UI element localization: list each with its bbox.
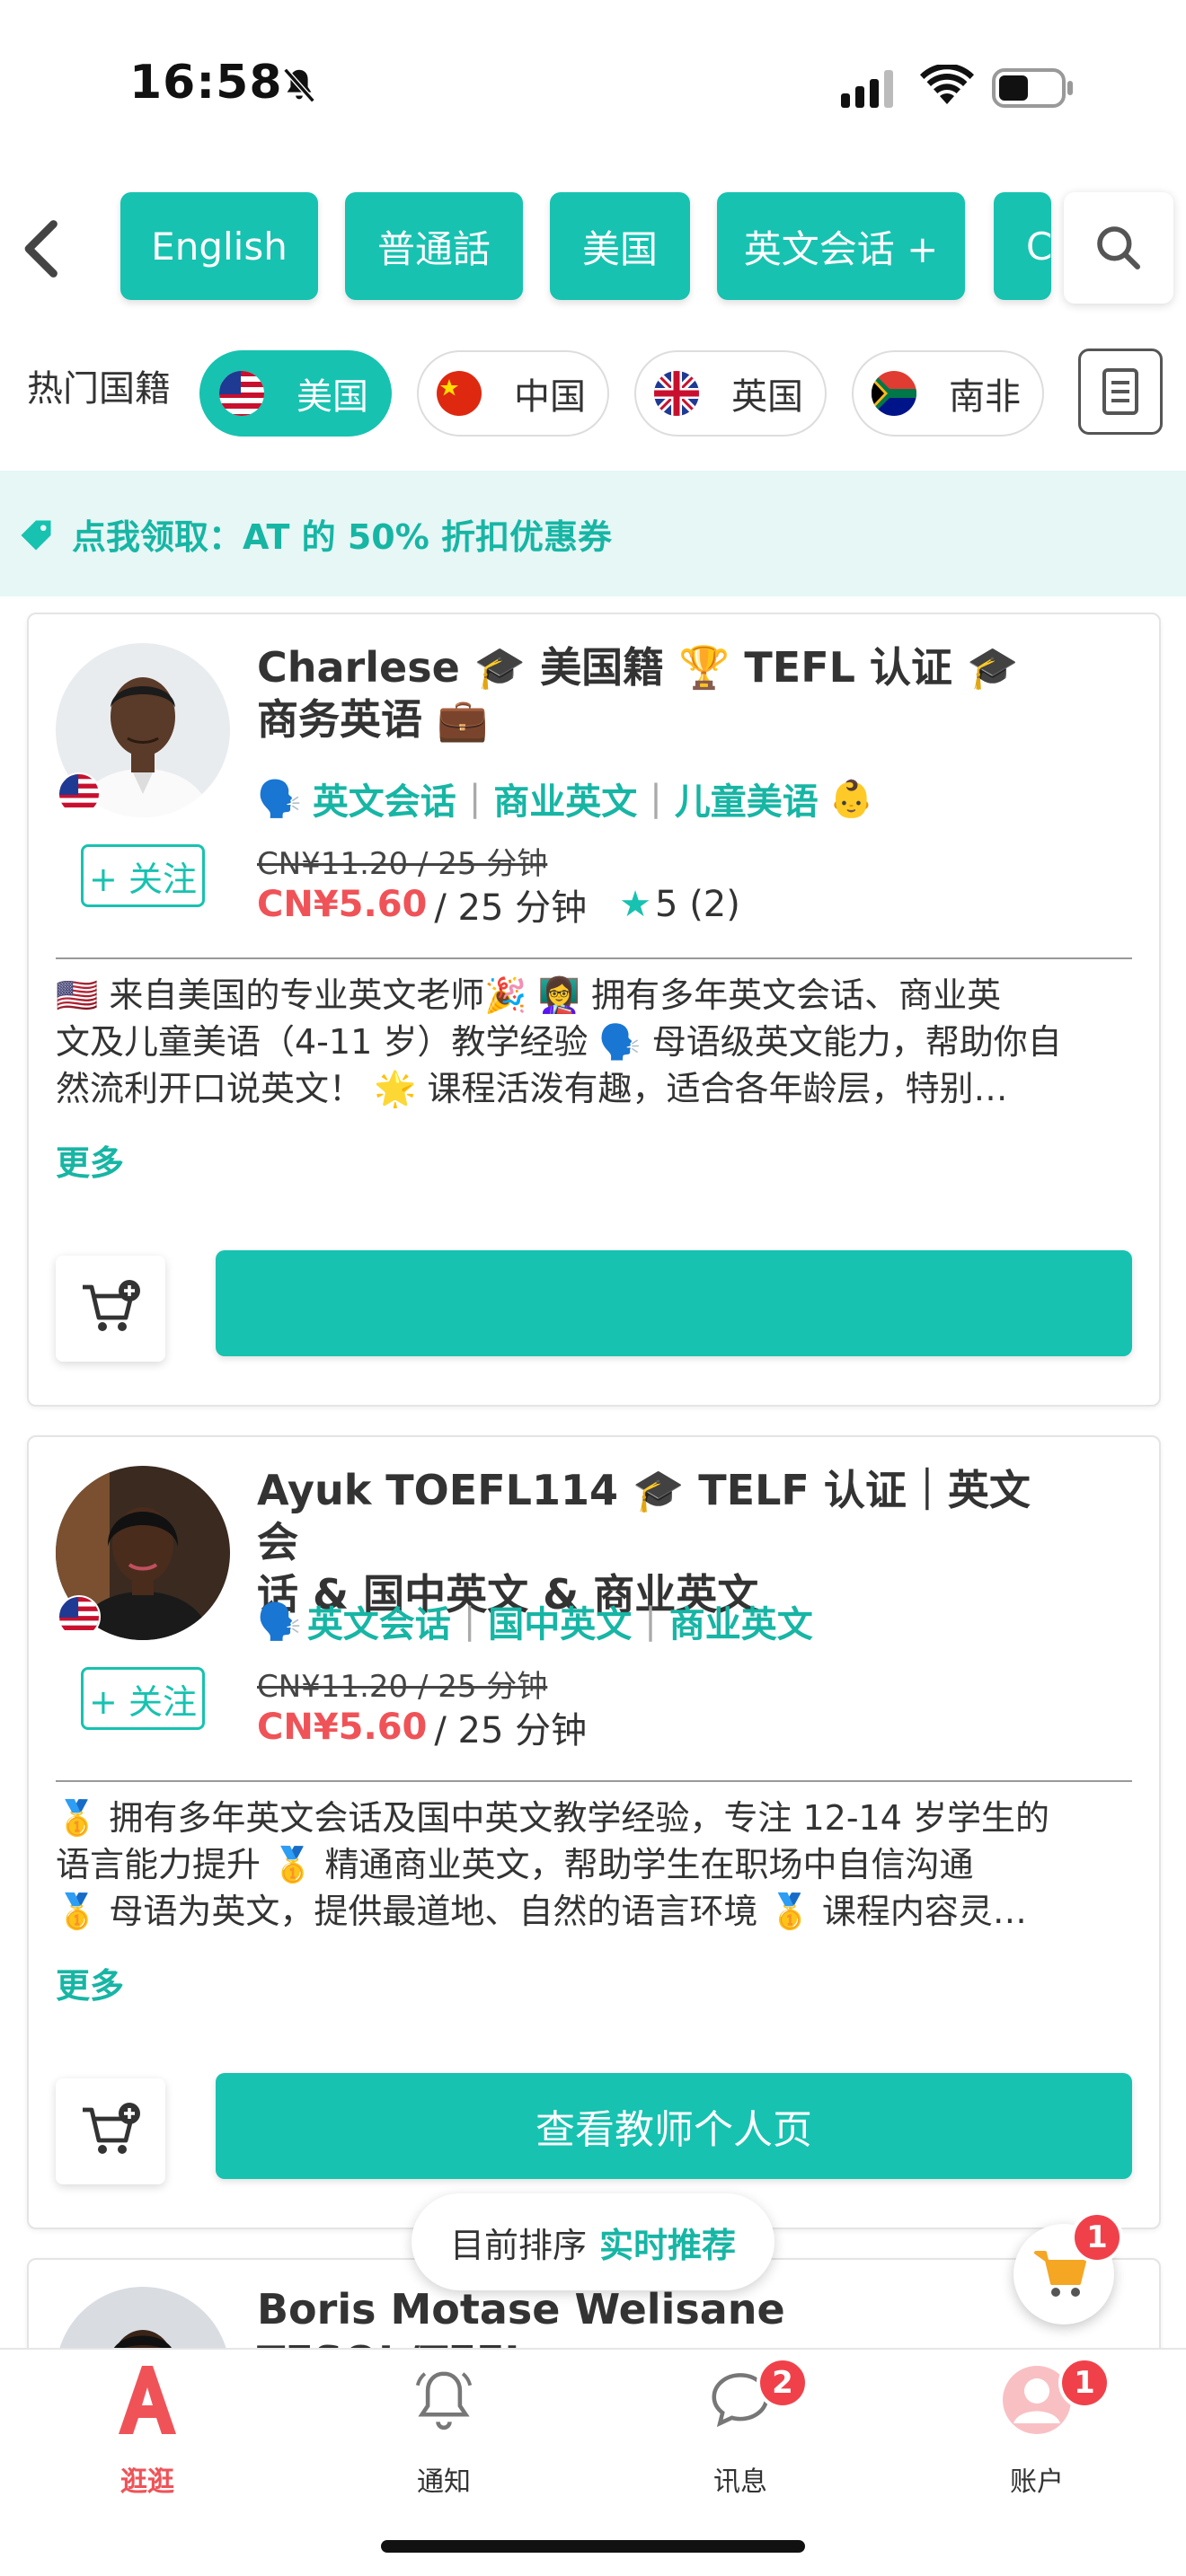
topic-tag: 商业英文 <box>493 781 638 823</box>
search-icon <box>1097 226 1141 270</box>
tag-english[interactable]: English <box>120 192 318 300</box>
nationality-usa-label: 美国 <box>296 376 368 418</box>
back-chevron-icon[interactable] <box>20 217 65 280</box>
add-to-cart-button[interactable] <box>56 1256 165 1362</box>
description-line: 🥇 拥有多年英文会话及国中英文教学经验，专注 12-14 岁学生的 <box>56 1798 1049 1838</box>
nationality-usa[interactable]: 美国 <box>199 350 392 437</box>
bell-icon <box>406 2362 482 2438</box>
tag-english-conversation[interactable]: 英文会话 + <box>717 192 965 300</box>
nationality-china-label: 中国 <box>514 376 586 418</box>
follow-button[interactable]: + 关注 <box>81 844 205 907</box>
status-time: 16:58 <box>129 56 283 110</box>
tag-filter-row: English 普通話 美国 英文会话 + C <box>0 192 1186 304</box>
view-profile-button[interactable] <box>216 1250 1132 1356</box>
nav-messages-label: 讯息 <box>713 2466 767 2498</box>
description-line: 然流利开口说英文！ 🌟 课程活泼有趣，适合各年龄层，特别… <box>56 1069 1008 1108</box>
description-line: 文及儿童美语（4-11 岁）教学经验 🗣️ 母语级英文能力，帮助你自 <box>56 1022 1062 1062</box>
speaking-icon: 🗣️ <box>257 778 302 820</box>
bell-off-icon <box>283 67 315 103</box>
nationality-uk[interactable]: 英国 <box>634 350 827 437</box>
home-a-icon <box>110 2362 185 2438</box>
topic-tag: 英文会话 <box>312 781 456 823</box>
uk-flag-icon <box>654 371 699 416</box>
teacher-name-line1: Ayuk TOEFL114 🎓 TELF 认证｜英文会 <box>257 1466 1031 1566</box>
teacher-card: + 关注 Ayuk TOEFL114 🎓 TELF 认证｜英文会 话 & 国中英… <box>27 1435 1161 2229</box>
battery-icon <box>992 68 1073 108</box>
follow-button[interactable]: + 关注 <box>81 1667 205 1730</box>
wifi-icon <box>920 65 974 104</box>
add-to-cart-button[interactable] <box>56 2078 165 2184</box>
nationality-south-africa-label: 南非 <box>949 376 1021 418</box>
more-link[interactable]: 更多 <box>56 1135 124 1185</box>
teacher-name[interactable]: Charlese 🎓 美国籍 🏆 TEFL 认证 🎓 商务英语 💼 <box>257 641 1066 745</box>
document-icon <box>1102 368 1138 415</box>
nav-account-label: 账户 <box>1010 2466 1064 2498</box>
account-badge: 1 <box>1058 2357 1111 2409</box>
description-line: 语言能力提升 🥇 精通商业英文，帮助学生在职场中自信沟通 <box>56 1845 974 1884</box>
coupon-text: 点我领取：AT 的 50% 折扣优惠券 <box>72 516 613 557</box>
rating-value: 5 (2) <box>655 884 740 925</box>
nav-browse[interactable]: 逛逛 <box>58 2362 237 2506</box>
filter-list-button[interactable] <box>1078 348 1163 435</box>
teacher-description: 🇺🇸 来自美国的专业英文老师🎉 👩‍🏫 拥有多年英文会话、商业英 文及儿童美语（… <box>56 972 1134 1112</box>
speaking-icon: 🗣️ <box>257 1601 302 1643</box>
teacher-name-line1: Charlese 🎓 美国籍 🏆 TEFL 认证 🎓 <box>257 643 1019 692</box>
home-indicator <box>381 2540 805 2553</box>
tag-usa[interactable]: 美国 <box>550 192 690 300</box>
sort-label: 目前排序 <box>449 2225 587 2265</box>
original-price: CN¥11.20 / 25 分钟 <box>257 846 548 882</box>
cart-add-icon <box>83 2103 140 2154</box>
nationality-china[interactable]: 中国 <box>417 350 609 437</box>
nationality-uk-label: 英国 <box>731 376 803 418</box>
teacher-card: + 关注 Charlese 🎓 美国籍 🏆 TEFL 认证 🎓 商务英语 💼 🗣… <box>27 613 1161 1407</box>
nationality-filter-row: 热门国籍 美国 中国 英国 南非 <box>0 347 1186 440</box>
tag-putonghua[interactable]: 普通話 <box>345 192 523 300</box>
teacher-name-line2: 商务英语 💼 <box>257 695 489 744</box>
topic-tag: 英文会话 <box>306 1604 451 1645</box>
teacher-topics: 🗣️ 英文会话 | 国中英文 | 商业英文 <box>257 1595 813 1647</box>
signal-icon <box>841 70 893 108</box>
topic-tag: 儿童美语 <box>674 781 819 823</box>
price-row: CN¥5.60 / 25 分钟 ★ 5 (2) <box>257 878 740 931</box>
topic-tag: 国中英文 <box>488 1604 633 1645</box>
nationality-south-africa[interactable]: 南非 <box>852 350 1044 437</box>
search-button[interactable] <box>1064 192 1173 304</box>
cart-badge: 1 <box>1071 2211 1123 2263</box>
tag-icon <box>21 520 51 551</box>
us-flag-icon <box>58 1595 101 1638</box>
sort-indicator[interactable]: 目前排序 实时推荐 <box>412 2193 774 2290</box>
view-profile-button[interactable]: 查看教师个人页 <box>216 2073 1132 2179</box>
original-price: CN¥11.20 / 25 分钟 <box>257 1669 548 1705</box>
messages-badge: 2 <box>757 2357 809 2409</box>
status-bar: 16:58 <box>0 0 1186 171</box>
topic-tag: 商业英文 <box>668 1604 813 1645</box>
divider <box>56 957 1132 959</box>
description-line: 🇺🇸 来自美国的专业英文老师🎉 👩‍🏫 拥有多年英文会话、商业英 <box>56 975 1002 1015</box>
description-line: 🥇 母语为英文，提供最道地、自然的语言环境 🥇 课程内容灵… <box>56 1892 1027 1931</box>
price-row: CN¥5.60 / 25 分钟 <box>257 1701 587 1753</box>
cn-flag-icon <box>437 371 482 416</box>
discount-price: CN¥5.60 <box>257 884 428 925</box>
divider <box>56 1780 1132 1782</box>
teacher-description: 🥇 拥有多年英文会话及国中英文教学经验，专注 12-14 岁学生的 语言能力提升… <box>56 1795 1134 1935</box>
star-icon: ★ <box>619 884 652 925</box>
more-link[interactable]: 更多 <box>56 1958 124 2007</box>
za-flag-icon <box>872 371 916 416</box>
teacher-topics: 🗣️ 英文会话 | 商业英文 | 儿童美语 👶 <box>257 772 874 825</box>
tag-partial[interactable]: C <box>994 192 1051 300</box>
cart-add-icon <box>83 1280 140 1331</box>
us-flag-icon <box>58 772 101 816</box>
price-unit: / 25 分钟 <box>434 887 588 929</box>
coupon-banner[interactable]: 点我领取：AT 的 50% 折扣优惠券 <box>0 471 1186 596</box>
nav-browse-label: 逛逛 <box>120 2466 174 2498</box>
price-unit: / 25 分钟 <box>434 1710 588 1751</box>
us-flag-icon <box>219 371 264 416</box>
sort-value: 实时推荐 <box>599 2225 737 2265</box>
nav-notifications[interactable]: 通知 <box>354 2362 534 2506</box>
nationality-label: 热门国籍 <box>27 368 171 410</box>
discount-price: CN¥5.60 <box>257 1707 428 1748</box>
nav-notifications-label: 通知 <box>417 2466 471 2498</box>
baby-icon: 👶 <box>828 778 874 820</box>
